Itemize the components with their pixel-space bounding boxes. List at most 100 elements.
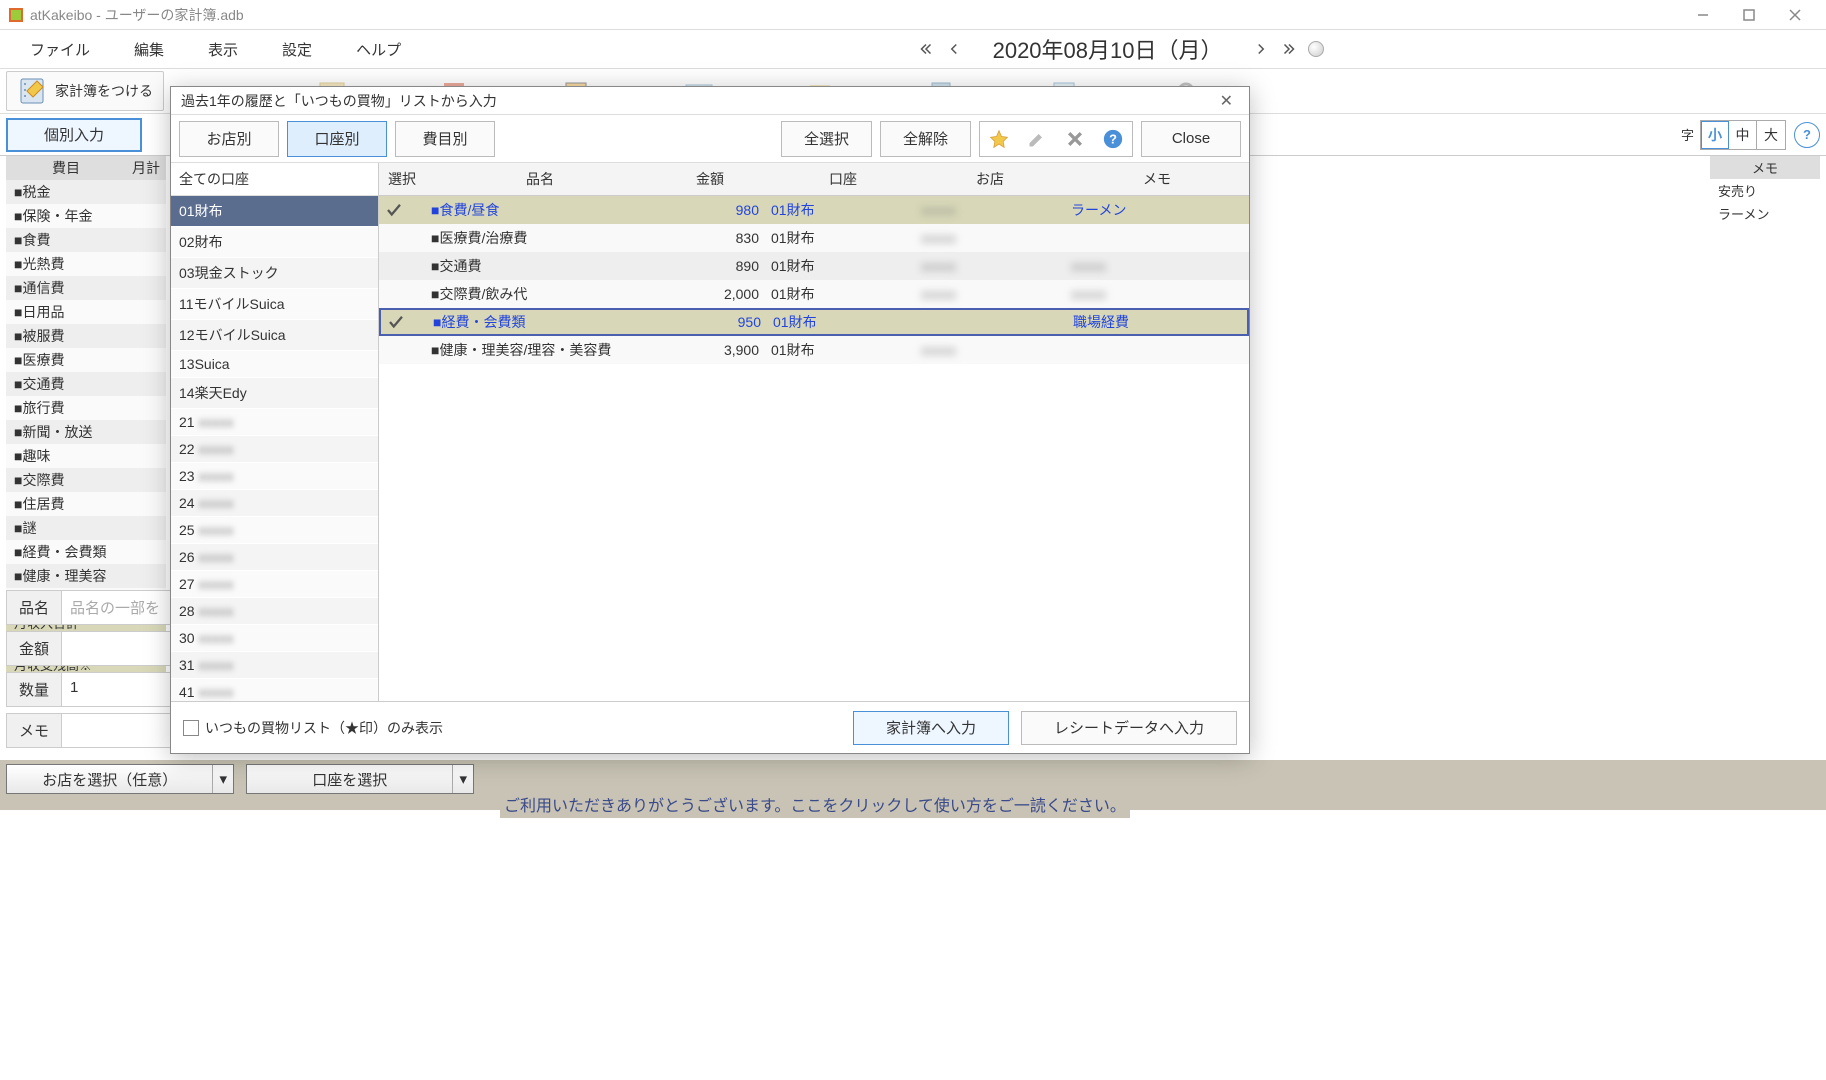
category-row[interactable]: ■通信費 bbox=[6, 276, 166, 300]
memo-row[interactable]: ラーメン bbox=[1710, 202, 1820, 225]
row-check[interactable] bbox=[379, 198, 425, 222]
edit-icon[interactable] bbox=[1018, 122, 1056, 156]
font-large-button[interactable]: 大 bbox=[1757, 121, 1785, 149]
row-account: 01財布 bbox=[765, 225, 915, 251]
store-select[interactable]: お店を選択（任意）▾ bbox=[6, 764, 234, 794]
row-check[interactable] bbox=[379, 347, 425, 353]
account-item[interactable]: 11モバイルSuica bbox=[171, 289, 378, 320]
menu-settings[interactable]: 設定 bbox=[260, 33, 334, 66]
to-receipt-button[interactable]: レシートデータへ入力 bbox=[1021, 711, 1237, 745]
account-item[interactable]: 25 xxxxx bbox=[171, 517, 378, 544]
row-check[interactable] bbox=[381, 310, 427, 334]
category-row[interactable]: ■交通費 bbox=[6, 372, 166, 396]
font-small-button[interactable]: 小 bbox=[1701, 121, 1729, 149]
history-row[interactable]: ■経費・会費類95001財布職場経費 bbox=[379, 308, 1249, 336]
tab-by-category[interactable]: 費目別 bbox=[395, 121, 495, 157]
col-store[interactable]: お店 bbox=[915, 163, 1065, 195]
row-amount: 890 bbox=[655, 255, 765, 277]
history-row[interactable]: ■医療費/治療費83001財布xxxxx bbox=[379, 224, 1249, 252]
row-memo: ラーメン bbox=[1065, 197, 1249, 223]
account-item[interactable]: 23 xxxxx bbox=[171, 463, 378, 490]
category-row[interactable]: ■保険・年金 bbox=[6, 204, 166, 228]
help-icon[interactable]: ? bbox=[1094, 122, 1132, 156]
deselect-all-button[interactable]: 全解除 bbox=[880, 121, 971, 157]
category-row[interactable]: ■光熱費 bbox=[6, 252, 166, 276]
account-select[interactable]: 口座を選択▾ bbox=[246, 764, 474, 794]
account-item[interactable]: 21 xxxxx bbox=[171, 409, 378, 436]
account-list-header[interactable]: 全ての口座 bbox=[171, 163, 378, 196]
menu-edit[interactable]: 編集 bbox=[112, 33, 186, 66]
col-amount[interactable]: 金額 bbox=[655, 163, 765, 195]
category-row[interactable]: ■住居費 bbox=[6, 492, 166, 516]
row-check[interactable] bbox=[379, 263, 425, 269]
menu-help[interactable]: ヘルプ bbox=[334, 33, 423, 66]
account-item[interactable]: 03現金ストック bbox=[171, 258, 378, 289]
tab-by-account[interactable]: 口座別 bbox=[287, 121, 387, 157]
select-all-button[interactable]: 全選択 bbox=[781, 121, 872, 157]
account-item[interactable]: 01財布 bbox=[171, 196, 378, 227]
ribbon-kakeibo-button[interactable]: 家計簿をつける bbox=[6, 71, 164, 111]
account-item[interactable]: 26 xxxxx bbox=[171, 544, 378, 571]
menu-file[interactable]: ファイル bbox=[8, 33, 112, 66]
prev-date-button[interactable] bbox=[945, 40, 963, 58]
col-name[interactable]: 品名 bbox=[425, 163, 655, 195]
to-kakeibo-button[interactable]: 家計簿へ入力 bbox=[853, 711, 1009, 745]
row-check[interactable] bbox=[379, 291, 425, 297]
account-item[interactable]: 12モバイルSuica bbox=[171, 320, 378, 351]
tab-by-store[interactable]: お店別 bbox=[179, 121, 279, 157]
category-row[interactable]: ■経費・会費類 bbox=[6, 540, 166, 564]
account-item[interactable]: 31 xxxxx bbox=[171, 652, 378, 679]
category-row[interactable]: ■新聞・放送 bbox=[6, 420, 166, 444]
history-row[interactable]: ■交通費89001財布xxxxxxxxxx bbox=[379, 252, 1249, 280]
col-select[interactable]: 選択 bbox=[379, 163, 425, 195]
account-item[interactable]: 13Suica bbox=[171, 351, 378, 378]
star-icon[interactable] bbox=[980, 122, 1018, 156]
close-button[interactable]: Close bbox=[1141, 121, 1241, 157]
account-item[interactable]: 28 xxxxx bbox=[171, 598, 378, 625]
category-row[interactable]: ■日用品 bbox=[6, 300, 166, 324]
maximize-button[interactable] bbox=[1726, 0, 1772, 30]
current-date[interactable]: 2020年08月10日（月） bbox=[973, 33, 1243, 65]
row-name: ■交通費 bbox=[425, 253, 655, 279]
ribbon-kakeibo-label: 家計簿をつける bbox=[55, 81, 153, 101]
font-mid-button[interactable]: 中 bbox=[1729, 121, 1757, 149]
category-row[interactable]: ■食費 bbox=[6, 228, 166, 252]
category-row[interactable]: ■医療費 bbox=[6, 348, 166, 372]
history-row[interactable]: ■食費/昼食98001財布xxxxxラーメン bbox=[379, 196, 1249, 224]
menu-view[interactable]: 表示 bbox=[186, 33, 260, 66]
delete-icon[interactable] bbox=[1056, 122, 1094, 156]
first-date-button[interactable] bbox=[917, 40, 935, 58]
history-row[interactable]: ■健康・理美容/理容・美容費3,90001財布xxxxx bbox=[379, 336, 1249, 364]
close-icon[interactable]: ✕ bbox=[1214, 89, 1239, 113]
category-row[interactable]: ■謎 bbox=[6, 516, 166, 540]
account-item[interactable]: 14楽天Edy bbox=[171, 378, 378, 409]
close-window-button[interactable] bbox=[1772, 0, 1818, 30]
account-item[interactable]: 30 xxxxx bbox=[171, 625, 378, 652]
next-date-button[interactable] bbox=[1252, 40, 1270, 58]
account-item[interactable]: 27 xxxxx bbox=[171, 571, 378, 598]
col-memo[interactable]: メモ bbox=[1065, 163, 1249, 195]
category-row[interactable]: ■被服費 bbox=[6, 324, 166, 348]
tab-individual-entry[interactable]: 個別入力 bbox=[6, 118, 142, 152]
row-name: ■医療費/治療費 bbox=[425, 225, 655, 251]
account-item[interactable]: 22 xxxxx bbox=[171, 436, 378, 463]
account-item[interactable]: 41 xxxxx bbox=[171, 679, 378, 701]
history-row[interactable]: ■交際費/飲み代2,00001財布xxxxxxxxxx bbox=[379, 280, 1249, 308]
star-only-checkbox[interactable] bbox=[183, 720, 199, 736]
category-row[interactable]: ■健康・理美容 bbox=[6, 564, 166, 588]
account-item[interactable]: 24 xxxxx bbox=[171, 490, 378, 517]
account-item[interactable]: 02財布 bbox=[171, 227, 378, 258]
last-date-button[interactable] bbox=[1280, 40, 1298, 58]
help-icon[interactable]: ? bbox=[1794, 122, 1820, 148]
category-row[interactable]: ■税金 bbox=[6, 180, 166, 204]
category-row[interactable]: ■交際費 bbox=[6, 468, 166, 492]
row-check[interactable] bbox=[379, 235, 425, 241]
row-account: 01財布 bbox=[765, 197, 915, 223]
minimize-button[interactable] bbox=[1680, 0, 1726, 30]
col-account[interactable]: 口座 bbox=[765, 163, 915, 195]
category-row[interactable]: ■旅行費 bbox=[6, 396, 166, 420]
row-store bbox=[917, 319, 1067, 325]
category-row[interactable]: ■趣味 bbox=[6, 444, 166, 468]
memo-row[interactable]: 安売り bbox=[1710, 179, 1820, 202]
footer-message[interactable]: ご利用いただきありがとうございます。ここをクリックして使い方をご一読ください。 bbox=[500, 790, 1130, 818]
